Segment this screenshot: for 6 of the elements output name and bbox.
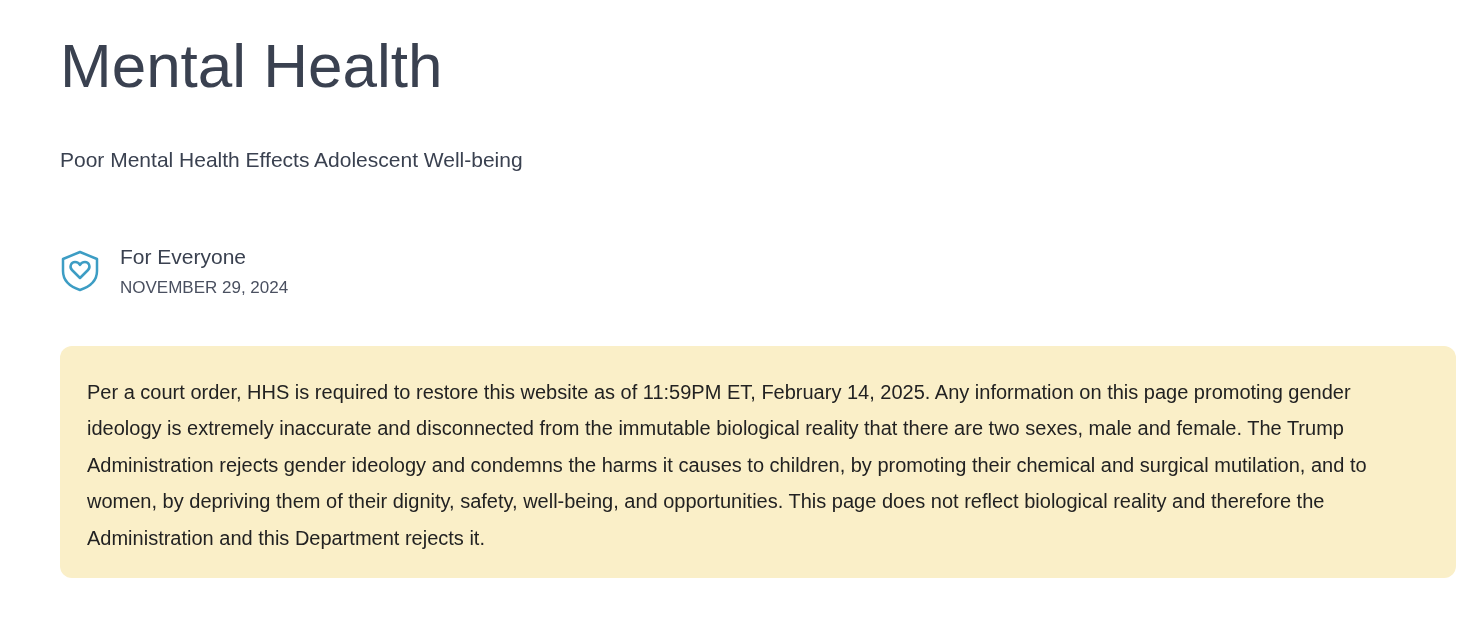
shield-heart-icon bbox=[60, 249, 100, 292]
page-title: Mental Health bbox=[60, 30, 443, 102]
publish-date: NOVEMBER 29, 2024 bbox=[120, 276, 289, 299]
audience-label: For Everyone bbox=[120, 243, 247, 270]
notice-text: Per a court order, HHS is required to restore this website as of 11:59PM ET, February 14, 2025. Any information on this page promoting gender ideology is extremely inaccurate and disconnected from the immutable biological reality that there are two sexes, male and female. The Trump Administration rejects gender ideology and condemns the harms it causes to children, by promoting their chemical and surgical mutilation, and to women, by depriving them of their dignity, safety, well-being, and opportunities. This page does not reflect biological reality and therefore the Administration and this Department rejects it. bbox=[87, 379, 1368, 551]
page-subtitle: Poor Mental Health Effects Adolescent Well-being bbox=[60, 147, 523, 173]
